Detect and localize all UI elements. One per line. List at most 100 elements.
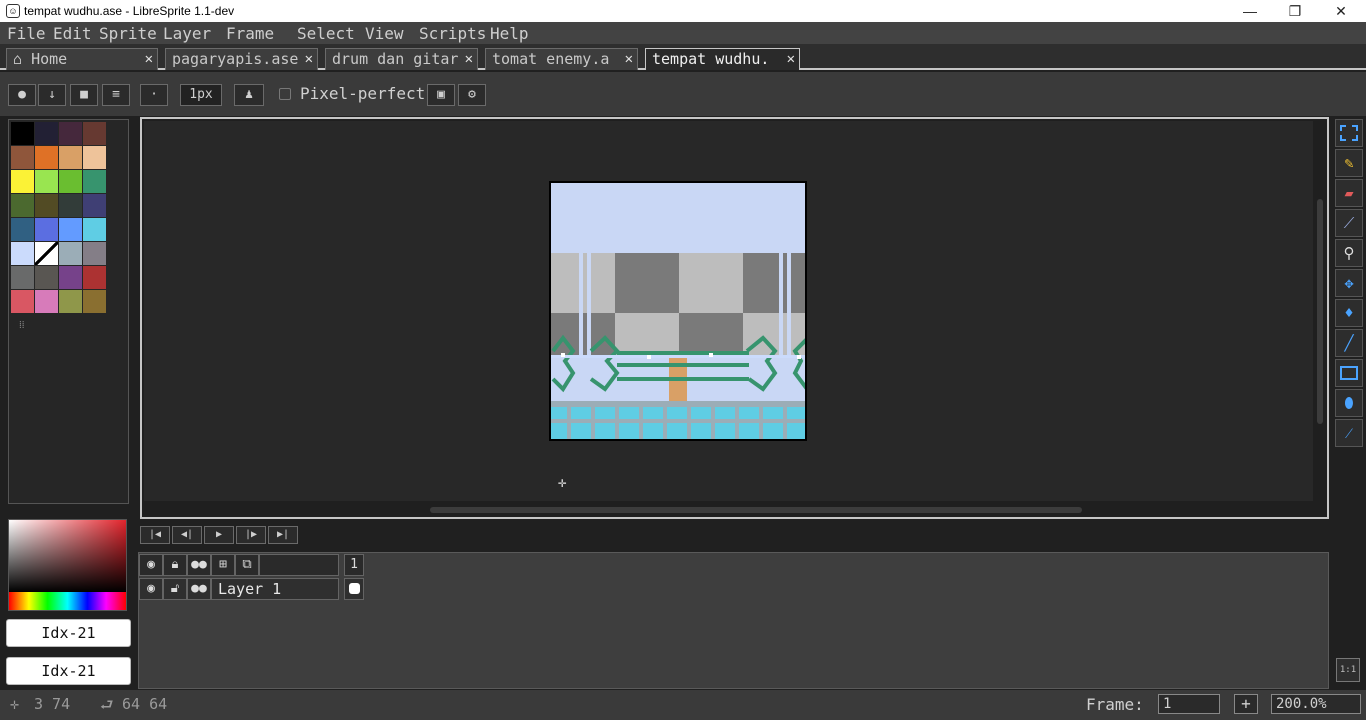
pencil-icon[interactable]: ✎	[1335, 149, 1363, 177]
menu-edit[interactable]: Edit	[53, 24, 92, 43]
palette-swatch[interactable]	[35, 266, 58, 289]
brush-preview-icon[interactable]: ·	[140, 84, 168, 106]
palette-swatch[interactable]	[11, 290, 34, 313]
rectangle-icon[interactable]	[1335, 359, 1363, 387]
frame-header[interactable]: 1	[344, 554, 364, 576]
zoom-ratio-button[interactable]: 1:1	[1336, 658, 1360, 682]
palette-swatch[interactable]	[11, 122, 34, 145]
palette-swatch[interactable]	[11, 266, 34, 289]
background-color-button[interactable]: Idx-21	[6, 657, 131, 685]
cel-frame-1[interactable]	[344, 578, 364, 600]
brush-type-down-icon[interactable]: ↓	[38, 84, 66, 106]
brush-type-square-icon[interactable]: ■	[70, 84, 98, 106]
play-icon[interactable]: ▶	[204, 526, 234, 544]
brush-type-circle-icon[interactable]: ●	[8, 84, 36, 106]
minimize-button[interactable]: —	[1227, 0, 1273, 22]
palette-swatch[interactable]	[59, 170, 82, 193]
lock-header-icon[interactable]: 🔒︎	[163, 554, 187, 576]
previous-frame-icon[interactable]: ◀|	[172, 526, 202, 544]
menu-select[interactable]: Select	[297, 24, 355, 43]
contour-icon[interactable]: ⬮	[1335, 389, 1363, 417]
palette-swatch[interactable]	[59, 290, 82, 313]
menu-frame[interactable]: Frame	[226, 24, 274, 43]
palette-swatch-selected[interactable]	[35, 242, 58, 265]
tab-tempat-wudhu[interactable]: tempat wudhu. ✕	[645, 48, 800, 70]
marquee-select-icon[interactable]	[1335, 119, 1363, 147]
eraser-icon[interactable]: ▰	[1335, 179, 1363, 207]
zoom-input[interactable]: 200.0%	[1271, 694, 1361, 714]
close-window-button[interactable]: ✕	[1318, 0, 1364, 22]
tab-close-icon[interactable]: ✕	[302, 49, 313, 69]
next-frame-icon[interactable]: |▶	[236, 526, 266, 544]
palette-swatch[interactable]	[83, 266, 106, 289]
tab-close-icon[interactable]: ✕	[784, 49, 795, 69]
sprite-canvas[interactable]	[549, 181, 807, 441]
palette-swatch[interactable]	[11, 194, 34, 217]
menu-view[interactable]: View	[365, 24, 404, 43]
last-frame-icon[interactable]: ▶|	[268, 526, 298, 544]
paint-bucket-icon[interactable]: ♦	[1335, 299, 1363, 327]
link-header-icon[interactable]: ⊞	[211, 554, 235, 576]
move-icon[interactable]: ✥	[1335, 269, 1363, 297]
tab-close-icon[interactable]: ✕	[622, 49, 633, 69]
palette-swatch[interactable]	[59, 218, 82, 241]
pixel-perfect-checkbox[interactable]	[279, 88, 291, 100]
palette-swatch[interactable]	[83, 290, 106, 313]
layer-name[interactable]: Layer 1	[211, 578, 339, 600]
horizontal-scrollbar[interactable]	[430, 507, 1082, 513]
palette-swatch[interactable]	[83, 194, 106, 217]
tab-close-icon[interactable]: ✕	[142, 49, 153, 69]
eyedropper-icon[interactable]: ⟋	[1335, 209, 1363, 237]
spray-icon[interactable]: ▣	[427, 84, 455, 106]
maximize-button[interactable]: ❐	[1272, 0, 1318, 22]
continuous-header-icon[interactable]: ●●	[187, 554, 211, 576]
tab-drum-dan-gitar[interactable]: drum dan gitar ✕	[325, 48, 478, 70]
layer-lock-icon[interactable]: 🔓︎	[163, 578, 187, 600]
palette-swatch[interactable]	[35, 146, 58, 169]
palette-swatch[interactable]	[83, 122, 106, 145]
saturation-value-box[interactable]	[9, 520, 126, 592]
layer-visibility-eye-icon[interactable]: ◉	[139, 578, 163, 600]
palette-swatch[interactable]	[59, 194, 82, 217]
palette-swatch[interactable]	[11, 242, 34, 265]
menu-file[interactable]: File	[7, 24, 46, 43]
tab-tomat-enemy[interactable]: tomat enemy.a ✕	[485, 48, 638, 70]
brush-type-line-icon[interactable]: ≡	[102, 84, 130, 106]
palette-swatch[interactable]	[35, 170, 58, 193]
ink-type-icon[interactable]: ♟	[234, 84, 264, 106]
palette-swatch[interactable]	[59, 122, 82, 145]
menu-scripts[interactable]: Scripts	[419, 24, 486, 43]
palette-swatch[interactable]	[59, 242, 82, 265]
vertical-scrollbar[interactable]	[1317, 199, 1323, 424]
palette-swatch[interactable]	[83, 218, 106, 241]
palette-swatch[interactable]	[11, 218, 34, 241]
palette-swatch[interactable]	[35, 122, 58, 145]
zoom-icon[interactable]: ⚲	[1335, 239, 1363, 267]
color-picker[interactable]	[8, 519, 127, 611]
menu-layer[interactable]: Layer	[163, 24, 211, 43]
blur-icon[interactable]: ⁄	[1335, 419, 1363, 447]
frame-input[interactable]: 1	[1158, 694, 1220, 714]
brush-size-field[interactable]: 1px	[180, 84, 222, 106]
palette-swatch[interactable]	[11, 170, 34, 193]
palette-swatch[interactable]	[11, 146, 34, 169]
menu-sprite[interactable]: Sprite	[99, 24, 157, 43]
canvas-editor[interactable]: ✛	[140, 117, 1329, 519]
tab-home[interactable]: ⌂ Home ✕	[6, 48, 158, 70]
tab-close-icon[interactable]: ✕	[462, 49, 473, 69]
hue-slider[interactable]	[9, 592, 126, 610]
palette-swatch[interactable]	[59, 266, 82, 289]
onion-skin-icon[interactable]: ⧉	[235, 554, 259, 576]
palette-swatch[interactable]	[83, 170, 106, 193]
visibility-header-icon[interactable]: ◉	[139, 554, 163, 576]
palette-swatch[interactable]	[35, 218, 58, 241]
palette-resize-handle[interactable]: ⁞⁞	[19, 320, 25, 331]
layer-continuous-icon[interactable]: ●●	[187, 578, 211, 600]
menu-help[interactable]: Help	[490, 24, 529, 43]
new-frame-button[interactable]: +	[1234, 694, 1258, 714]
tab-pagaryapis[interactable]: pagaryapis.ase ✕	[165, 48, 318, 70]
palette-swatch[interactable]	[83, 146, 106, 169]
palette-swatch[interactable]	[35, 194, 58, 217]
palette-swatch[interactable]	[83, 242, 106, 265]
first-frame-icon[interactable]: |◀	[140, 526, 170, 544]
